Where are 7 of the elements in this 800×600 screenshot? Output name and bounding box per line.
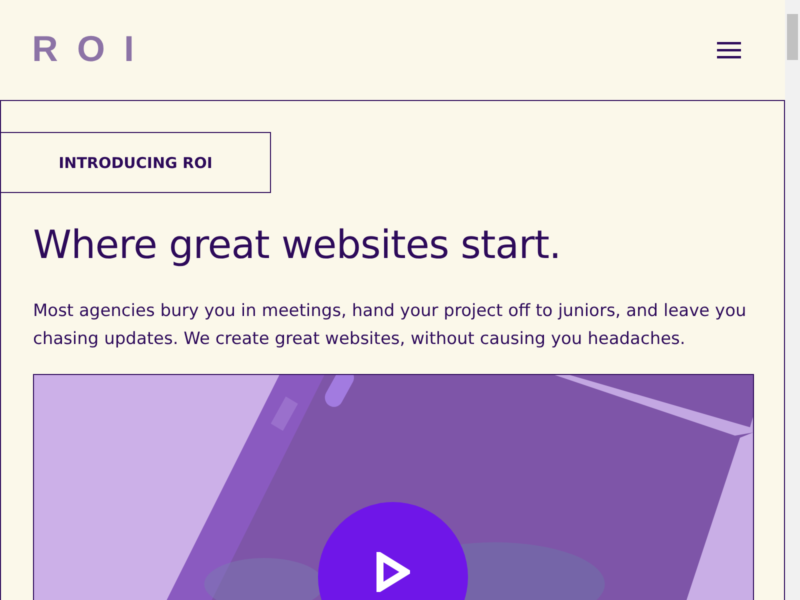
- hero-title: Where great websites start.: [33, 222, 562, 270]
- play-icon: [376, 552, 410, 592]
- menu-icon[interactable]: [717, 41, 741, 59]
- hero-text: Most agencies bury you in meetings, hand your project off to juniors, and leave you chasing updates. We create great websites, without causing you headaches.: [33, 300, 748, 351]
- section-label: INTRODUCING ROI: [0, 132, 271, 193]
- logo[interactable]: ROI: [32, 28, 154, 70]
- scrollbar[interactable]: [785, 0, 800, 600]
